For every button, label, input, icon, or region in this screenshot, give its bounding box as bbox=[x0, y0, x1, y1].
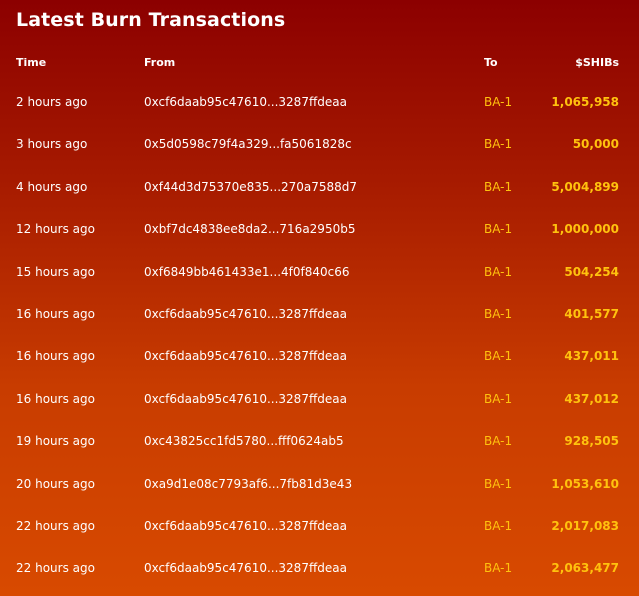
row-amount: 437,012 bbox=[564, 391, 619, 406]
row-from-address[interactable]: 0xc43825cc1fd5780...fff0624ab5 bbox=[144, 434, 344, 448]
row-time: 3 hours ago bbox=[16, 137, 88, 152]
row-from-address[interactable]: 0xcf6daab95c47610...3287ffdeaa bbox=[144, 307, 347, 321]
row-to-address[interactable]: BA-1 bbox=[484, 95, 512, 109]
row-to-address[interactable]: BA-1 bbox=[484, 222, 512, 236]
row-amount: 928,505 bbox=[564, 434, 619, 449]
row-time: 19 hours ago bbox=[16, 434, 95, 449]
row-time: 15 hours ago bbox=[16, 264, 95, 279]
row-to-address[interactable]: BA-1 bbox=[484, 307, 512, 321]
row-time: 22 hours ago bbox=[16, 561, 95, 576]
row-from-address[interactable]: 0xf44d3d75370e835...270a7588d7 bbox=[144, 180, 357, 194]
row-time: 16 hours ago bbox=[16, 391, 95, 406]
row-time: 22 hours ago bbox=[16, 518, 95, 533]
table-row[interactable]: 22 hours ago 0xcf6daab95c47610...3287ffd… bbox=[0, 505, 639, 547]
row-amount: 504,254 bbox=[564, 264, 619, 279]
row-amount: 1,053,610 bbox=[551, 476, 619, 491]
row-from-address[interactable]: 0x5d0598c79f4a329...fa5061828c bbox=[144, 137, 352, 151]
row-amount: 437,011 bbox=[564, 349, 619, 364]
row-to-address[interactable]: BA-1 bbox=[484, 392, 512, 406]
row-to-address[interactable]: BA-1 bbox=[484, 434, 512, 448]
table-row[interactable]: 16 hours ago 0xcf6daab95c47610...3287ffd… bbox=[0, 293, 639, 335]
row-from-address[interactable]: 0xcf6daab95c47610...3287ffdeaa bbox=[144, 95, 347, 109]
table-row[interactable]: 4 hours ago 0xf44d3d75370e835...270a7588… bbox=[0, 166, 639, 208]
row-from-address[interactable]: 0xcf6daab95c47610...3287ffdeaa bbox=[144, 392, 347, 406]
row-time: 16 hours ago bbox=[16, 349, 95, 364]
header-from: From bbox=[144, 56, 176, 69]
row-to-address[interactable]: BA-1 bbox=[484, 265, 512, 279]
row-from-address[interactable]: 0xcf6daab95c47610...3287ffdeaa bbox=[144, 349, 347, 363]
transactions-list: 2 hours ago 0xcf6daab95c47610...3287ffde… bbox=[0, 81, 639, 590]
row-to-address[interactable]: BA-1 bbox=[484, 137, 512, 151]
table-row[interactable]: 3 hours ago 0x5d0598c79f4a329...fa506182… bbox=[0, 123, 639, 165]
table-row[interactable]: 12 hours ago 0xbf7dc4838ee8da2...716a295… bbox=[0, 208, 639, 250]
row-amount: 2,017,083 bbox=[551, 518, 619, 533]
header-amount: $SHIBs bbox=[575, 56, 619, 69]
row-from-address[interactable]: 0xcf6daab95c47610...3287ffdeaa bbox=[144, 519, 347, 533]
row-amount: 2,063,477 bbox=[551, 561, 619, 576]
row-to-address[interactable]: BA-1 bbox=[484, 349, 512, 363]
row-from-address[interactable]: 0xf6849bb461433e1...4f0f840c66 bbox=[144, 265, 350, 279]
table-row[interactable]: 15 hours ago 0xf6849bb461433e1...4f0f840… bbox=[0, 251, 639, 293]
row-to-address[interactable]: BA-1 bbox=[484, 180, 512, 194]
table-row[interactable]: 2 hours ago 0xcf6daab95c47610...3287ffde… bbox=[0, 81, 639, 123]
row-time: 20 hours ago bbox=[16, 476, 95, 491]
table-row[interactable]: 22 hours ago 0xcf6daab95c47610...3287ffd… bbox=[0, 547, 639, 589]
row-from-address[interactable]: 0xbf7dc4838ee8da2...716a2950b5 bbox=[144, 222, 355, 236]
row-time: 16 hours ago bbox=[16, 306, 95, 321]
panel-title: Latest Burn Transactions bbox=[16, 9, 286, 31]
row-amount: 1,065,958 bbox=[551, 95, 619, 109]
table-row[interactable]: 19 hours ago 0xc43825cc1fd5780...fff0624… bbox=[0, 420, 639, 462]
row-time: 4 hours ago bbox=[16, 179, 88, 194]
row-to-address[interactable]: BA-1 bbox=[484, 477, 512, 491]
header-to: To bbox=[484, 56, 498, 69]
row-time: 2 hours ago bbox=[16, 95, 88, 109]
header-time: Time bbox=[16, 56, 47, 69]
row-from-address[interactable]: 0xcf6daab95c47610...3287ffdeaa bbox=[144, 561, 347, 575]
table-row[interactable]: 16 hours ago 0xcf6daab95c47610...3287ffd… bbox=[0, 335, 639, 377]
table-row[interactable]: 20 hours ago 0xa9d1e08c7793af6...7fb81d3… bbox=[0, 463, 639, 505]
row-time: 12 hours ago bbox=[16, 222, 95, 237]
burn-transactions-panel: Latest Burn Transactions Time From To $S… bbox=[0, 0, 639, 596]
row-to-address[interactable]: BA-1 bbox=[484, 561, 512, 575]
row-amount: 5,004,899 bbox=[551, 179, 619, 194]
row-amount: 401,577 bbox=[564, 306, 619, 321]
table-row[interactable]: 16 hours ago 0xcf6daab95c47610...3287ffd… bbox=[0, 378, 639, 420]
row-amount: 1,000,000 bbox=[551, 222, 619, 237]
table-header: Time From To $SHIBs bbox=[0, 56, 639, 72]
row-from-address[interactable]: 0xa9d1e08c7793af6...7fb81d3e43 bbox=[144, 477, 352, 491]
row-amount: 50,000 bbox=[572, 137, 619, 152]
row-to-address[interactable]: BA-1 bbox=[484, 519, 512, 533]
